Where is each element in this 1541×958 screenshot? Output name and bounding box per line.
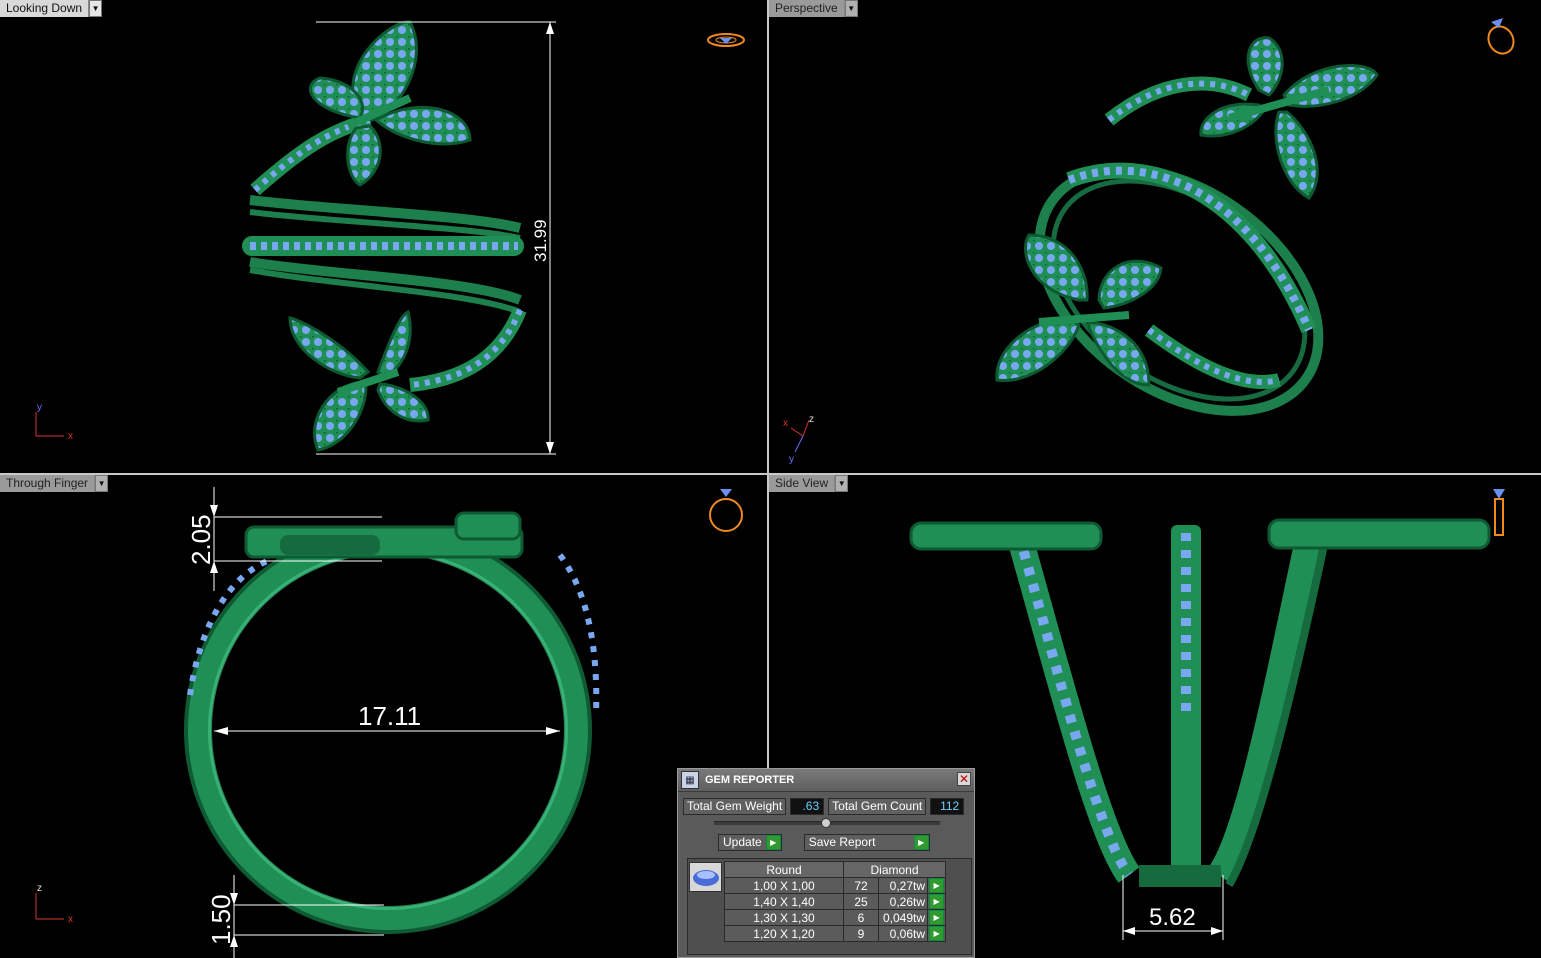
dimension-width: 17.11 bbox=[358, 701, 421, 731]
select-row-icon[interactable]: ▶ bbox=[929, 926, 945, 941]
viewport-label-looking-down[interactable]: Looking Down ▼ bbox=[0, 0, 103, 17]
ring-perspective-icon[interactable] bbox=[1484, 18, 1519, 58]
gem-reporter-actions: Update ▶ Save Report ▶ bbox=[718, 834, 930, 851]
chevron-down-icon[interactable]: ▼ bbox=[95, 475, 109, 492]
axis-indicator: y x bbox=[35, 402, 73, 442]
svg-text:y: y bbox=[37, 402, 42, 413]
gem-thumbnail-icon[interactable] bbox=[689, 862, 722, 892]
svg-text:x: x bbox=[68, 431, 73, 442]
dimension-bottom: 1.50 bbox=[206, 894, 236, 945]
ring-side-view-icon[interactable] bbox=[1493, 489, 1505, 536]
gem-reporter-slider-handle[interactable] bbox=[821, 818, 831, 828]
dimension-side: 5.62 bbox=[1149, 904, 1196, 931]
close-icon[interactable]: ✕ bbox=[957, 772, 971, 786]
column-header-type: Diamond bbox=[842, 861, 947, 878]
butterfly-top bbox=[308, 20, 472, 187]
viewport-label-side-view[interactable]: Side View ▼ bbox=[769, 475, 849, 492]
total-gem-count-value: 112 bbox=[930, 798, 965, 815]
gem-totals-row: Total Gem Weight .63 Total Gem Count 112 bbox=[683, 798, 969, 815]
axis-indicator: z x bbox=[35, 883, 73, 925]
gem-reporter-icon: ▦ bbox=[681, 771, 699, 789]
viewport-looking-down[interactable]: 31.99 y x Looking Down ▼ bbox=[0, 0, 767, 473]
dimension-top: 2.05 bbox=[186, 514, 216, 565]
gem-list-table: Round Diamond 1,00 X 1,00 72 0,27tw ▶ 1,… bbox=[724, 861, 947, 942]
ring-front-view-icon[interactable] bbox=[709, 489, 743, 532]
axis-indicator: x z y bbox=[783, 414, 814, 465]
gem-reporter-titlebar[interactable]: ▦ GEM REPORTER ✕ bbox=[678, 769, 974, 792]
table-row[interactable]: 1,20 X 1,20 9 0,06tw ▶ bbox=[724, 925, 947, 942]
butterfly-upper bbox=[1199, 36, 1379, 200]
chevron-down-icon[interactable]: ▼ bbox=[844, 0, 858, 17]
butterfly-bottom bbox=[288, 310, 430, 452]
svg-text:z: z bbox=[809, 414, 814, 425]
total-gem-weight-label: Total Gem Weight bbox=[683, 798, 787, 815]
ring-top-view-icon[interactable] bbox=[707, 33, 745, 47]
viewport-divider-horizontal[interactable] bbox=[0, 473, 1541, 475]
gem-reporter-title: GEM REPORTER bbox=[705, 774, 795, 786]
table-row[interactable]: 1,30 X 1,30 6 0,049tw ▶ bbox=[724, 909, 947, 926]
chevron-down-icon[interactable]: ▼ bbox=[89, 0, 103, 17]
dimension-height: 31.99 bbox=[531, 219, 550, 262]
table-row[interactable]: 1,40 X 1,40 25 0,26tw ▶ bbox=[724, 893, 947, 910]
viewport-through-finger[interactable]: 2.05 17.11 1.50 z x Through Finger ▼ bbox=[0, 475, 767, 958]
viewport-perspective[interactable]: x z y Perspective ▼ bbox=[769, 0, 1541, 473]
svg-text:x: x bbox=[68, 914, 73, 925]
select-row-icon[interactable]: ▶ bbox=[929, 910, 945, 925]
total-gem-weight-value: .63 bbox=[790, 798, 825, 815]
viewport-label-perspective[interactable]: Perspective ▼ bbox=[769, 0, 858, 17]
total-gem-count-label: Total Gem Count bbox=[828, 798, 927, 815]
column-header-shape: Round bbox=[724, 861, 844, 878]
update-button[interactable]: Update ▶ bbox=[718, 834, 782, 851]
save-report-button[interactable]: Save Report ▶ bbox=[803, 834, 930, 851]
perspective-canvas: x z y bbox=[783, 18, 1519, 465]
svg-text:x: x bbox=[783, 418, 788, 429]
svg-text:z: z bbox=[37, 883, 42, 894]
through-finger-canvas: 2.05 17.11 1.50 z x bbox=[35, 487, 743, 958]
butterfly-lower bbox=[995, 233, 1163, 387]
play-arrow-icon[interactable]: ▶ bbox=[913, 835, 929, 850]
viewport-label-through-finger[interactable]: Through Finger ▼ bbox=[0, 475, 109, 492]
looking-down-canvas: 31.99 y x bbox=[35, 20, 745, 455]
table-row[interactable]: 1,00 X 1,00 72 0,27tw ▶ bbox=[724, 877, 947, 894]
chevron-down-icon[interactable]: ▼ bbox=[835, 475, 849, 492]
gem-table: Round Diamond 1,00 X 1,00 72 0,27tw ▶ 1,… bbox=[687, 858, 972, 955]
gem-reporter-panel: ▦ GEM REPORTER ✕ Total Gem Weight .63 To… bbox=[677, 768, 975, 958]
select-row-icon[interactable]: ▶ bbox=[929, 878, 945, 893]
select-row-icon[interactable]: ▶ bbox=[929, 894, 945, 909]
play-arrow-icon[interactable]: ▶ bbox=[765, 835, 781, 850]
svg-text:y: y bbox=[789, 454, 794, 465]
